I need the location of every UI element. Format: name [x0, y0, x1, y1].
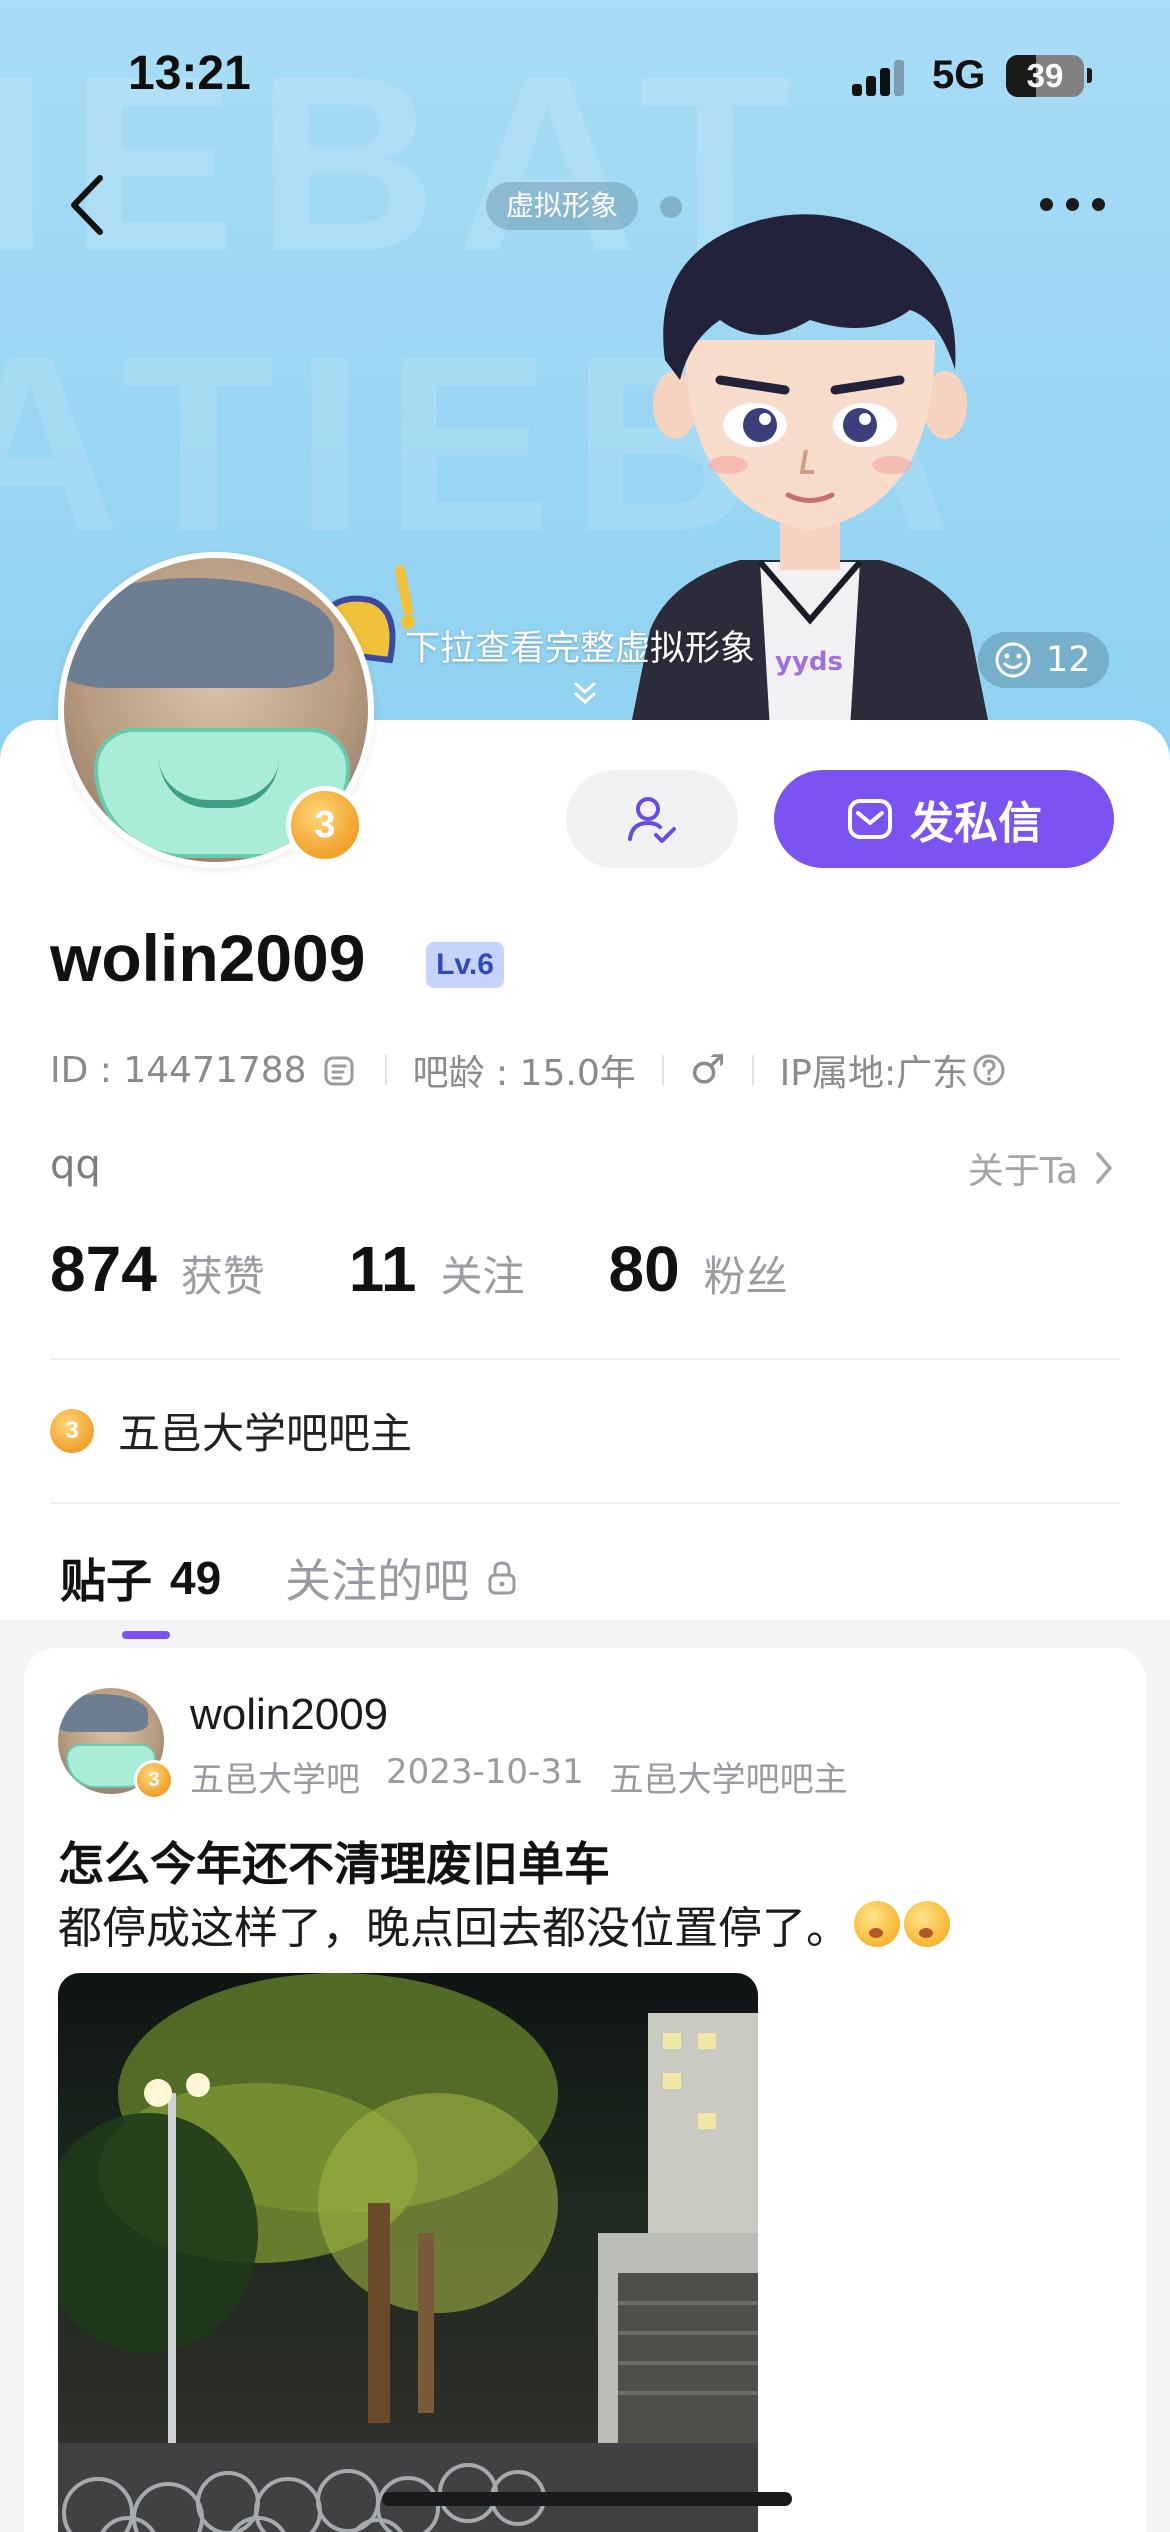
post-meta: 五邑大学吧 2023-10-31 五邑大学吧吧主 [190, 1752, 848, 1801]
honor-row[interactable]: 3 五邑大学吧吧主 [50, 1400, 412, 1461]
send-message-label: 发私信 [910, 798, 1042, 849]
medal-icon: 3 [50, 1408, 94, 1453]
lock-icon [488, 1561, 516, 1595]
divider [50, 1358, 1120, 1360]
svg-text:yyds: yyds [775, 647, 843, 677]
stat-label: 粉丝 [703, 1252, 788, 1301]
post-author[interactable]: wolin2009 [190, 1690, 388, 1740]
medal-icon: 3 [134, 1760, 174, 1800]
stat-value: 874 [50, 1233, 157, 1305]
help-icon[interactable] [972, 1053, 1006, 1087]
stats-row: 874 获赞 11 关注 80 粉丝 [50, 1232, 872, 1306]
chevron-down-icon [574, 682, 596, 705]
stat-fans[interactable]: 80 粉丝 [608, 1232, 787, 1306]
post-body[interactable]: 都停成这样了，晚点回去都没位置停了。 [58, 1892, 950, 1956]
status-time: 13:21 [128, 47, 251, 100]
tab-count: 49 [170, 1552, 222, 1604]
divider [50, 1502, 1120, 1504]
user-check-icon [628, 797, 676, 843]
user-id: ID : 14471788 [50, 1049, 307, 1091]
battery-level: 39 [1026, 57, 1064, 94]
profile-tabs: 贴子 49 关注的吧 [60, 1545, 517, 1639]
post-image[interactable] [58, 1973, 758, 2532]
smile-icon [995, 642, 1031, 678]
copy-icon[interactable] [321, 1051, 359, 1089]
message-icon [848, 799, 892, 839]
stat-likes[interactable]: 874 获赞 [50, 1232, 265, 1306]
avatar-like-count: 12 [1046, 640, 1091, 680]
post-photo-illustration [58, 1973, 758, 2532]
tab-label: 关注的吧 [285, 1554, 470, 1608]
status-bar: 13:21 5G 39 [0, 0, 1170, 150]
tab-active-indicator [122, 1631, 170, 1639]
battery-tip [1087, 68, 1092, 83]
stat-following[interactable]: 11 关注 [349, 1232, 525, 1306]
follow-button[interactable] [566, 770, 738, 868]
level-badge[interactable]: Lv.6 [426, 942, 504, 988]
signal-icon [852, 60, 904, 96]
post-author-role: 五邑大学吧吧主 [609, 1760, 848, 1800]
more-icon[interactable] [1040, 196, 1120, 216]
home-indicator[interactable] [382, 2492, 792, 2506]
stat-value: 11 [348, 1233, 417, 1305]
gender-icon: ♂ [689, 1047, 726, 1093]
back-icon[interactable] [60, 170, 120, 240]
battery-icon: 39 [1006, 55, 1084, 97]
post-title[interactable]: 怎么今年还不清理废旧单车 [58, 1828, 610, 1894]
medal-badge-icon: 3 [286, 786, 364, 864]
ip-location: IP属地:广东 [779, 1053, 969, 1094]
honor-title: 五邑大学吧吧主 [118, 1409, 413, 1458]
post-body-text: 都停成这样了，晚点回去都没位置停了。 [58, 1903, 850, 1954]
profile-meta-row: ID : 14471788 吧龄 : 15.0年 ♂ IP属地:广东 [50, 1045, 1006, 1095]
stat-value: 80 [608, 1233, 680, 1305]
bar-age: 吧龄 : 15.0年 [412, 1053, 636, 1094]
surprised-emoji-icon [904, 1901, 950, 1947]
pull-hint-text: 下拉查看完整虚拟形象 [405, 629, 756, 669]
tab-posts[interactable]: 贴子 49 [60, 1545, 222, 1639]
avatar-like-pill[interactable]: 12 [978, 632, 1109, 688]
profile-screen: IEBAT ATIEBA 13:21 5G 39 虚拟形象 yyds 下拉查看完… [0, 0, 1170, 2532]
stat-label: 关注 [440, 1252, 525, 1301]
post-forum[interactable]: 五邑大学吧 [190, 1752, 360, 1801]
about-ta-link[interactable]: 关于Ta [968, 1142, 1114, 1194]
network-type: 5G [932, 53, 986, 97]
post-date: 2023-10-31 [386, 1752, 584, 1792]
about-ta-label: 关于Ta [967, 1151, 1078, 1192]
stat-label: 获赞 [180, 1252, 265, 1301]
tab-label: 贴子 [60, 1554, 152, 1608]
send-message-button[interactable]: 发私信 [774, 770, 1114, 868]
chevron-right-icon [1096, 1152, 1112, 1184]
bio-text: qq [50, 1142, 101, 1188]
tab-followed-bars[interactable]: 关注的吧 [285, 1545, 517, 1611]
post-card[interactable]: 3 wolin2009 五邑大学吧 2023-10-31 五邑大学吧吧主 怎么今… [24, 1648, 1146, 2532]
username: wolin2009 [50, 921, 366, 995]
surprised-emoji-icon [854, 1901, 900, 1947]
